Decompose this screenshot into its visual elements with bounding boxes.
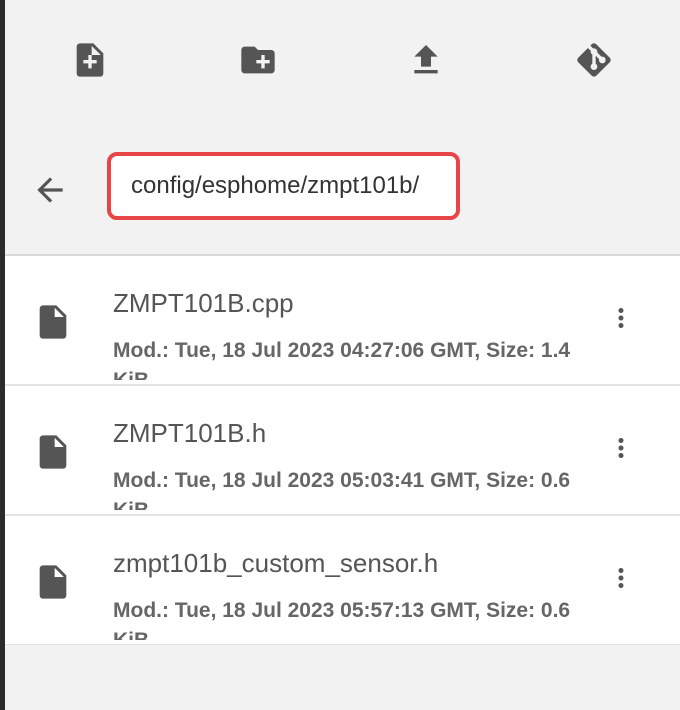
arrow-left-icon <box>31 171 69 214</box>
file-item[interactable]: ZMPT101B.cpp Mod.: Tue, 18 Jul 2023 04:2… <box>5 256 680 386</box>
file-icon <box>33 560 73 604</box>
file-name: zmpt101b_custom_sensor.h <box>113 548 439 578</box>
file-item[interactable]: ZMPT101B.h Mod.: Tue, 18 Jul 2023 05:03:… <box>5 386 680 516</box>
file-meta: Mod.: Tue, 18 Jul 2023 05:57:13 GMT, Siz… <box>113 599 571 640</box>
more-vertical-icon <box>606 563 636 598</box>
new-folder-button[interactable] <box>234 38 282 86</box>
file-menu-button[interactable] <box>603 558 639 602</box>
git-icon <box>574 40 614 85</box>
file-icon <box>33 300 73 344</box>
file-menu-button[interactable] <box>603 428 639 472</box>
git-button[interactable] <box>570 38 618 86</box>
file-menu-button[interactable] <box>603 298 639 342</box>
empty-area <box>5 645 680 710</box>
file-icon <box>33 430 73 474</box>
new-folder-icon <box>238 40 278 85</box>
file-name: ZMPT101B.h <box>113 418 267 448</box>
current-path[interactable]: config/esphome/zmpt101b/ <box>107 152 460 220</box>
more-vertical-icon <box>606 433 636 468</box>
new-file-icon <box>70 40 110 85</box>
new-file-button[interactable] <box>66 38 114 86</box>
file-meta: Mod.: Tue, 18 Jul 2023 04:27:06 GMT, Siz… <box>113 339 571 380</box>
toolbar <box>5 0 680 124</box>
upload-icon <box>406 40 446 85</box>
back-button[interactable] <box>26 170 74 214</box>
file-meta: Mod.: Tue, 18 Jul 2023 05:03:41 GMT, Siz… <box>113 469 571 510</box>
more-vertical-icon <box>606 303 636 338</box>
file-list: ZMPT101B.cpp Mod.: Tue, 18 Jul 2023 04:2… <box>5 256 680 646</box>
file-item[interactable]: zmpt101b_custom_sensor.h Mod.: Tue, 18 J… <box>5 516 680 646</box>
upload-button[interactable] <box>402 38 450 86</box>
file-name: ZMPT101B.cpp <box>113 288 294 318</box>
